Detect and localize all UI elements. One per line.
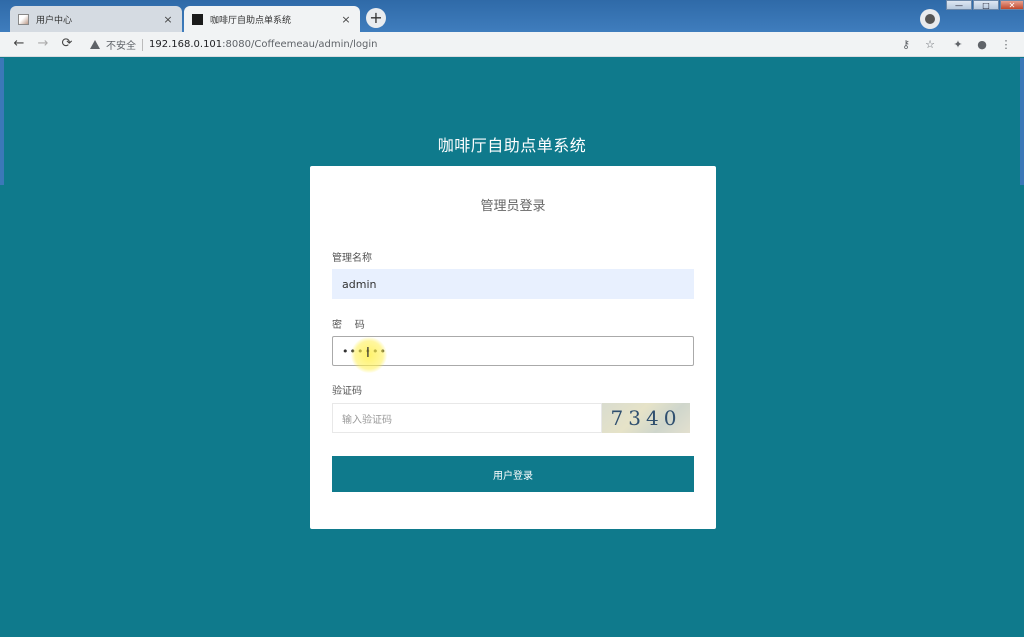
tab-close-icon[interactable]: × [162, 13, 174, 26]
desktop-edge-left [0, 58, 4, 185]
browser-toolbar: ← → ⟳ 不安全 192.168.0.101 :8080/Coffeemeau… [0, 32, 1024, 57]
chevron-down-icon [925, 14, 935, 24]
username-input[interactable]: admin [332, 269, 694, 299]
system-title: 咖啡厅自助点单系统 [437, 136, 587, 155]
image-favicon-icon [18, 13, 29, 25]
reload-button[interactable]: ⟳ [58, 35, 76, 53]
new-tab-button[interactable]: + [366, 8, 386, 28]
text-cursor-icon: I [366, 346, 370, 361]
password-label: 密 码 [332, 320, 365, 331]
menu-icon[interactable]: ⋮ [998, 37, 1014, 53]
desktop-edge-right [1020, 58, 1024, 185]
captcha-label: 验证码 [332, 386, 362, 397]
key-icon[interactable]: ⚷ [898, 37, 914, 53]
tab-close-icon[interactable]: × [340, 13, 352, 26]
url-path: :8080/Coffeemeau/admin/login [222, 39, 378, 50]
login-button[interactable]: 用户登录 [332, 456, 694, 492]
tab-strip: 用户中心 × 咖啡厅自助点单系统 × + — □ ✕ [0, 0, 1024, 32]
captcha-input[interactable]: 输入验证码 [332, 403, 602, 433]
tab-coffee-system[interactable]: 咖啡厅自助点单系统 × [184, 6, 360, 32]
warning-icon [90, 40, 100, 49]
tab-title: 咖啡厅自助点单系统 [210, 15, 292, 26]
address-bar[interactable]: 不安全 192.168.0.101 :8080/Coffeemeau/admin… [84, 35, 944, 54]
login-title: 管理员登录 [480, 199, 546, 214]
captcha-image[interactable]: 7340 [602, 403, 690, 433]
account-icon[interactable]: ● [974, 37, 990, 53]
maximize-button[interactable]: □ [973, 0, 999, 10]
tab-user-center[interactable]: 用户中心 × [10, 6, 182, 32]
back-button[interactable]: ← [10, 35, 28, 53]
url-host: 192.168.0.101 [149, 39, 223, 50]
tab-title: 用户中心 [36, 15, 73, 26]
username-label: 管理名称 [332, 253, 372, 264]
bookmark-star-icon[interactable]: ☆ [922, 37, 938, 53]
forward-button[interactable]: → [34, 35, 52, 53]
extensions-icon[interactable]: ✦ [950, 37, 966, 53]
page-favicon-icon [192, 13, 203, 25]
window-close-button[interactable]: ✕ [1000, 0, 1024, 10]
tab-search-button[interactable] [920, 9, 940, 29]
address-divider [142, 38, 143, 51]
security-label[interactable]: 不安全 [106, 37, 136, 52]
minimize-button[interactable]: — [946, 0, 972, 10]
